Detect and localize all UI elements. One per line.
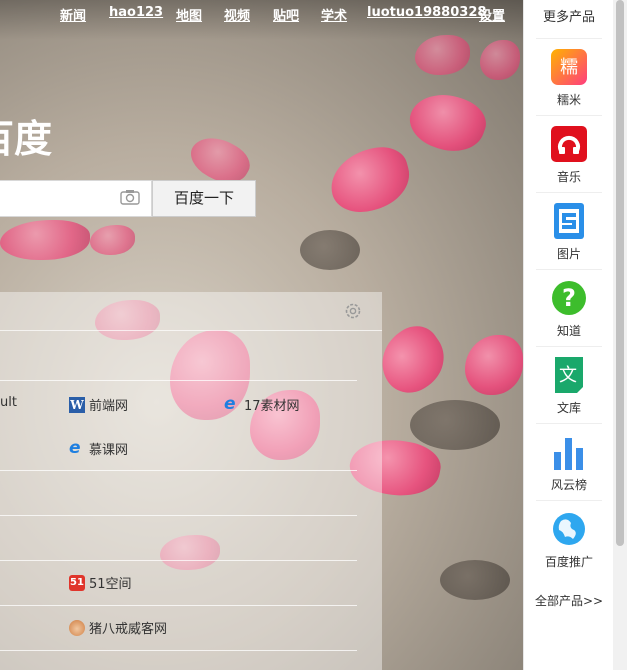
partial-link[interactable]: ult xyxy=(0,395,17,410)
sidebar-item-nuomi[interactable]: 糯 糯米 xyxy=(536,38,602,116)
partial-link-label: ult xyxy=(0,395,17,410)
sidebar-item-label: 糯米 xyxy=(556,93,581,107)
pig-icon xyxy=(69,619,85,636)
link-17sucai[interactable]: e 17素材网 xyxy=(224,395,300,414)
sidebar-item-label: 文库 xyxy=(556,401,581,415)
nav-tieba-link[interactable]: 贴吧 xyxy=(273,5,299,24)
svg-text:文: 文 xyxy=(559,365,577,386)
scrollbar[interactable] xyxy=(613,0,627,670)
navigation-panel: ult W 前端网 e 17素材网 e 慕课网 51 51空间 猪八戒威客网 xyxy=(0,292,382,670)
panel-header xyxy=(0,292,382,331)
sidebar-item-tuiguang[interactable]: 百度推广 xyxy=(536,500,602,578)
link-zbj[interactable]: 猪八戒威客网 xyxy=(69,618,167,637)
link-qianduan[interactable]: W 前端网 xyxy=(69,395,128,414)
link-mooc[interactable]: e 慕课网 xyxy=(69,439,128,458)
nav-user-link[interactable]: luotuo19880328 xyxy=(367,5,486,20)
sidebar-item-label: 风云榜 xyxy=(550,478,587,492)
nav-settings-link[interactable]: 设置 xyxy=(479,5,505,24)
ie-icon: e xyxy=(224,393,236,414)
w-logo-icon: W xyxy=(69,396,85,413)
search-input[interactable] xyxy=(0,180,152,217)
nav-hao123-link[interactable]: hao123 xyxy=(109,5,163,20)
sidebar-item-zhidao[interactable]: ? 知道 xyxy=(536,269,602,347)
nav-news-link[interactable]: 新闻 xyxy=(60,5,86,24)
sidebar-item-wenku[interactable]: 文 文库 xyxy=(536,346,602,424)
scrollbar-thumb[interactable] xyxy=(616,0,624,546)
all-products-link[interactable]: 全部产品>> xyxy=(524,592,614,609)
link-label: 慕课网 xyxy=(89,443,129,458)
sidebar-item-ranking[interactable]: 风云榜 xyxy=(536,423,602,501)
nav-map-link[interactable]: 地图 xyxy=(176,5,202,24)
wenku-icon: 文 xyxy=(555,357,583,393)
more-products-sidebar: 更多产品 糯 糯米 音乐 图片 ? 知道 文 文库 风云榜 百度推广 全部产品>… xyxy=(523,0,614,670)
baidu-logo: 百度 xyxy=(0,117,53,161)
svg-text:糯: 糯 xyxy=(560,57,578,78)
ie-icon: e xyxy=(69,437,81,458)
sidebar-item-label: 图片 xyxy=(556,247,581,261)
divider xyxy=(0,560,357,561)
divider xyxy=(0,650,357,651)
link-label: 猪八戒威客网 xyxy=(89,622,168,637)
divider xyxy=(0,605,357,606)
sidebar-item-image[interactable]: 图片 xyxy=(536,192,602,270)
link-51space[interactable]: 51 51空间 xyxy=(69,573,132,592)
music-icon xyxy=(551,126,587,162)
camera-icon[interactable] xyxy=(120,189,140,205)
divider xyxy=(0,380,357,381)
divider xyxy=(0,470,357,471)
sidebar-item-label: 音乐 xyxy=(556,170,581,184)
image-icon xyxy=(554,203,584,239)
svg-text:?: ? xyxy=(562,284,576,312)
nuomi-icon: 糯 xyxy=(551,49,587,85)
zhidao-icon: ? xyxy=(552,281,586,315)
link-label: 51空间 xyxy=(89,577,132,592)
gear-icon[interactable] xyxy=(343,301,363,321)
sidebar-item-label: 知道 xyxy=(556,324,581,338)
tuiguang-icon xyxy=(553,513,585,545)
search-button[interactable]: 百度一下 xyxy=(152,180,256,217)
51-logo-icon: 51 xyxy=(69,574,85,591)
nav-xueshu-link[interactable]: 学术 xyxy=(321,5,347,24)
ranking-icon xyxy=(554,438,583,470)
sidebar-item-label: 百度推广 xyxy=(544,555,593,569)
top-navigation: 新闻 hao123 地图 视频 贴吧 学术 luotuo19880328 设置 xyxy=(0,4,523,24)
link-label: 前端网 xyxy=(89,399,129,414)
link-label: 17素材网 xyxy=(244,399,300,414)
sidebar-item-music[interactable]: 音乐 xyxy=(536,115,602,193)
nav-video-link[interactable]: 视频 xyxy=(224,5,250,24)
divider xyxy=(0,515,357,516)
sidebar-title: 更多产品 xyxy=(542,10,595,25)
